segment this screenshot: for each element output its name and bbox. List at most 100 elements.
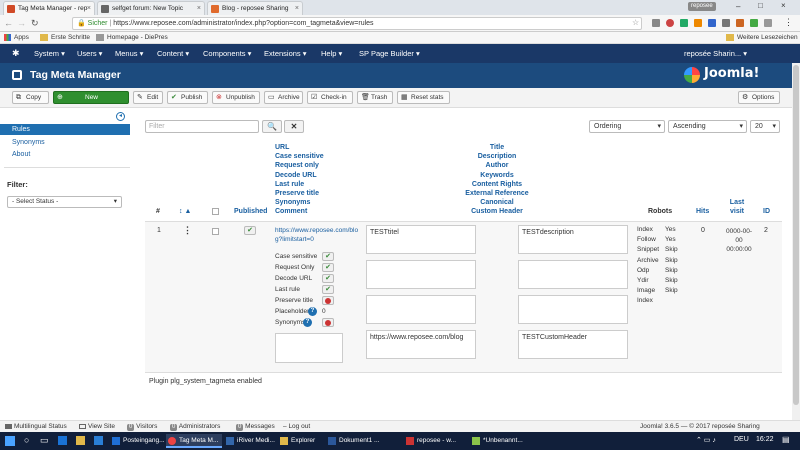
taskbar-app[interactable]: *Unbenannt... (470, 434, 528, 448)
extension-icon[interactable] (666, 19, 674, 27)
nav-menus[interactable]: Menus ▾ (115, 44, 143, 63)
search-button[interactable]: 🔍 (262, 120, 282, 133)
canonical-field[interactable]: https://www.reposee.com/blog (366, 330, 476, 359)
info-icon[interactable]: ? (303, 318, 312, 327)
bookmark-item[interactable]: Homepage - DiePres (107, 32, 168, 43)
extension-icon[interactable] (764, 19, 772, 27)
checkin-button[interactable]: ☑ Check-in (307, 91, 353, 104)
search-input[interactable]: Filter (145, 120, 259, 133)
url-field[interactable]: 🔒 Sicher | https://www.reposee.com/admin… (72, 17, 642, 30)
language-indicator[interactable]: DEU (734, 436, 749, 443)
extension-icon[interactable] (736, 19, 744, 27)
col-comment[interactable]: Comment (275, 207, 355, 216)
request-only-toggle[interactable]: ✔ (322, 263, 334, 272)
col-request-only[interactable]: Request only (275, 161, 355, 170)
reload-icon[interactable]: ↻ (31, 18, 39, 29)
col-keywords[interactable]: Keywords (435, 171, 559, 180)
star-icon[interactable]: ☆ (632, 18, 639, 27)
explorer-pin-icon[interactable] (76, 436, 85, 445)
search-icon[interactable]: ○ (24, 435, 29, 445)
taskbar-app[interactable]: reposee - w... (404, 434, 460, 448)
joomla-logo-icon[interactable]: ✱ (12, 49, 21, 58)
trash-button[interactable]: 🗑 Trash (357, 91, 393, 104)
taskbar-app[interactable]: Posteingang... (110, 434, 166, 448)
archive-button[interactable]: ▭ Archive (264, 91, 303, 104)
sidebar-item-rules[interactable]: Rules (0, 124, 130, 135)
col-custom-header[interactable]: Custom Header (435, 207, 559, 216)
forward-icon[interactable]: → (17, 18, 26, 28)
browser-tab[interactable]: Blog - reposee Sharing × (207, 1, 303, 15)
logout-link[interactable]: – Log out (283, 421, 310, 432)
title-field[interactable]: TESTtitel (366, 225, 476, 254)
col-description[interactable]: Description (435, 152, 559, 161)
publish-button[interactable]: ✔ Publish (167, 91, 208, 104)
close-tab-icon[interactable]: × (87, 2, 91, 15)
view-site-link[interactable]: View Site (88, 421, 115, 432)
menu-kebab-icon[interactable]: ⋮ (784, 17, 793, 28)
notifications-icon[interactable]: ▤ (782, 435, 790, 444)
nav-content[interactable]: Content ▾ (157, 44, 189, 63)
start-icon[interactable] (5, 436, 15, 446)
author-field[interactable] (366, 260, 476, 289)
col-decode-url[interactable]: Decode URL (275, 171, 355, 180)
col-published[interactable]: Published (234, 208, 267, 215)
extension-icon[interactable] (722, 19, 730, 27)
content-rights-field[interactable] (366, 295, 476, 324)
nav-components[interactable]: Components ▾ (203, 44, 251, 63)
extension-icon[interactable] (652, 19, 660, 27)
copy-button[interactable]: ⧉ Copy (12, 91, 49, 104)
task-view-icon[interactable]: ▭ (40, 435, 49, 446)
scrollbar[interactable] (792, 63, 800, 420)
user-chip[interactable]: reposee (688, 2, 716, 11)
edit-button[interactable]: ✎ Edit (133, 91, 163, 104)
col-synonyms[interactable]: Synonyms (275, 198, 355, 207)
browser-tab[interactable]: selfget forum: New Topic × (97, 1, 205, 15)
nav-extensions[interactable]: Extensions ▾ (264, 44, 307, 63)
row-checkbox[interactable] (212, 228, 219, 235)
close-tab-icon[interactable]: × (295, 2, 299, 15)
store-icon[interactable] (94, 436, 103, 445)
case-sensitive-toggle[interactable]: ✔ (322, 252, 334, 261)
visitors-link[interactable]: 0 Visitors (127, 421, 157, 432)
toggle-sidebar-icon[interactable]: ◂ (116, 112, 125, 121)
bookmark-item[interactable]: Erste Schritte (51, 32, 90, 43)
options-button[interactable]: ⚙ Options (738, 91, 780, 104)
extension-icon[interactable] (750, 19, 758, 27)
close-window-icon[interactable]: × (781, 1, 786, 10)
nav-user-menu[interactable]: reposée Sharin... ▾ (684, 44, 747, 63)
col-url[interactable]: URL (275, 143, 355, 152)
col-id[interactable]: ID (763, 208, 770, 215)
back-icon[interactable]: ← (4, 18, 13, 28)
nav-help[interactable]: Help ▾ (321, 44, 342, 63)
decode-url-toggle[interactable]: ✔ (322, 274, 334, 283)
extension-icon[interactable] (680, 19, 688, 27)
nav-system[interactable]: System ▾ (34, 44, 65, 63)
sidebar-item-about[interactable]: About (12, 151, 30, 158)
browser-tab-active[interactable]: Tag Meta Manager - rep × (3, 1, 95, 15)
extension-icon[interactable] (694, 19, 702, 27)
bookmark-apps[interactable]: Apps (14, 32, 29, 43)
reset-stats-button[interactable]: ▦ Reset stats (397, 91, 450, 104)
minimize-icon[interactable]: – (736, 2, 740, 11)
col-last-visit[interactable]: Last visit (725, 198, 749, 216)
taskbar-app[interactable]: Dokument1 ... (326, 434, 380, 448)
col-title[interactable]: Title (435, 143, 559, 152)
drag-handle-icon[interactable]: ⋮ (183, 225, 192, 236)
synonyms-toggle[interactable] (322, 318, 334, 327)
col-external-reference[interactable]: External Reference (435, 189, 559, 198)
clear-button[interactable]: ✕ (284, 120, 304, 133)
keywords-field[interactable] (518, 260, 628, 289)
tray-icons[interactable]: ⌃ ▭ ♪ (696, 436, 716, 444)
published-toggle[interactable]: ✔ (244, 226, 256, 235)
info-icon[interactable]: ? (308, 307, 317, 316)
nav-users[interactable]: Users ▾ (77, 44, 102, 63)
multilingual-status-link[interactable]: Multilingual Status (14, 421, 67, 432)
messages-link[interactable]: 0 Messages (236, 421, 275, 432)
description-field[interactable]: TESTdescription (518, 225, 628, 254)
clock[interactable]: 16:22 (756, 436, 774, 443)
unpublish-button[interactable]: ⊗ Unpublish (212, 91, 260, 104)
edge-icon[interactable] (58, 436, 67, 445)
taskbar-app[interactable]: Explorer (278, 434, 326, 448)
col-hits[interactable]: Hits (696, 208, 709, 215)
comment-field[interactable] (275, 333, 343, 363)
